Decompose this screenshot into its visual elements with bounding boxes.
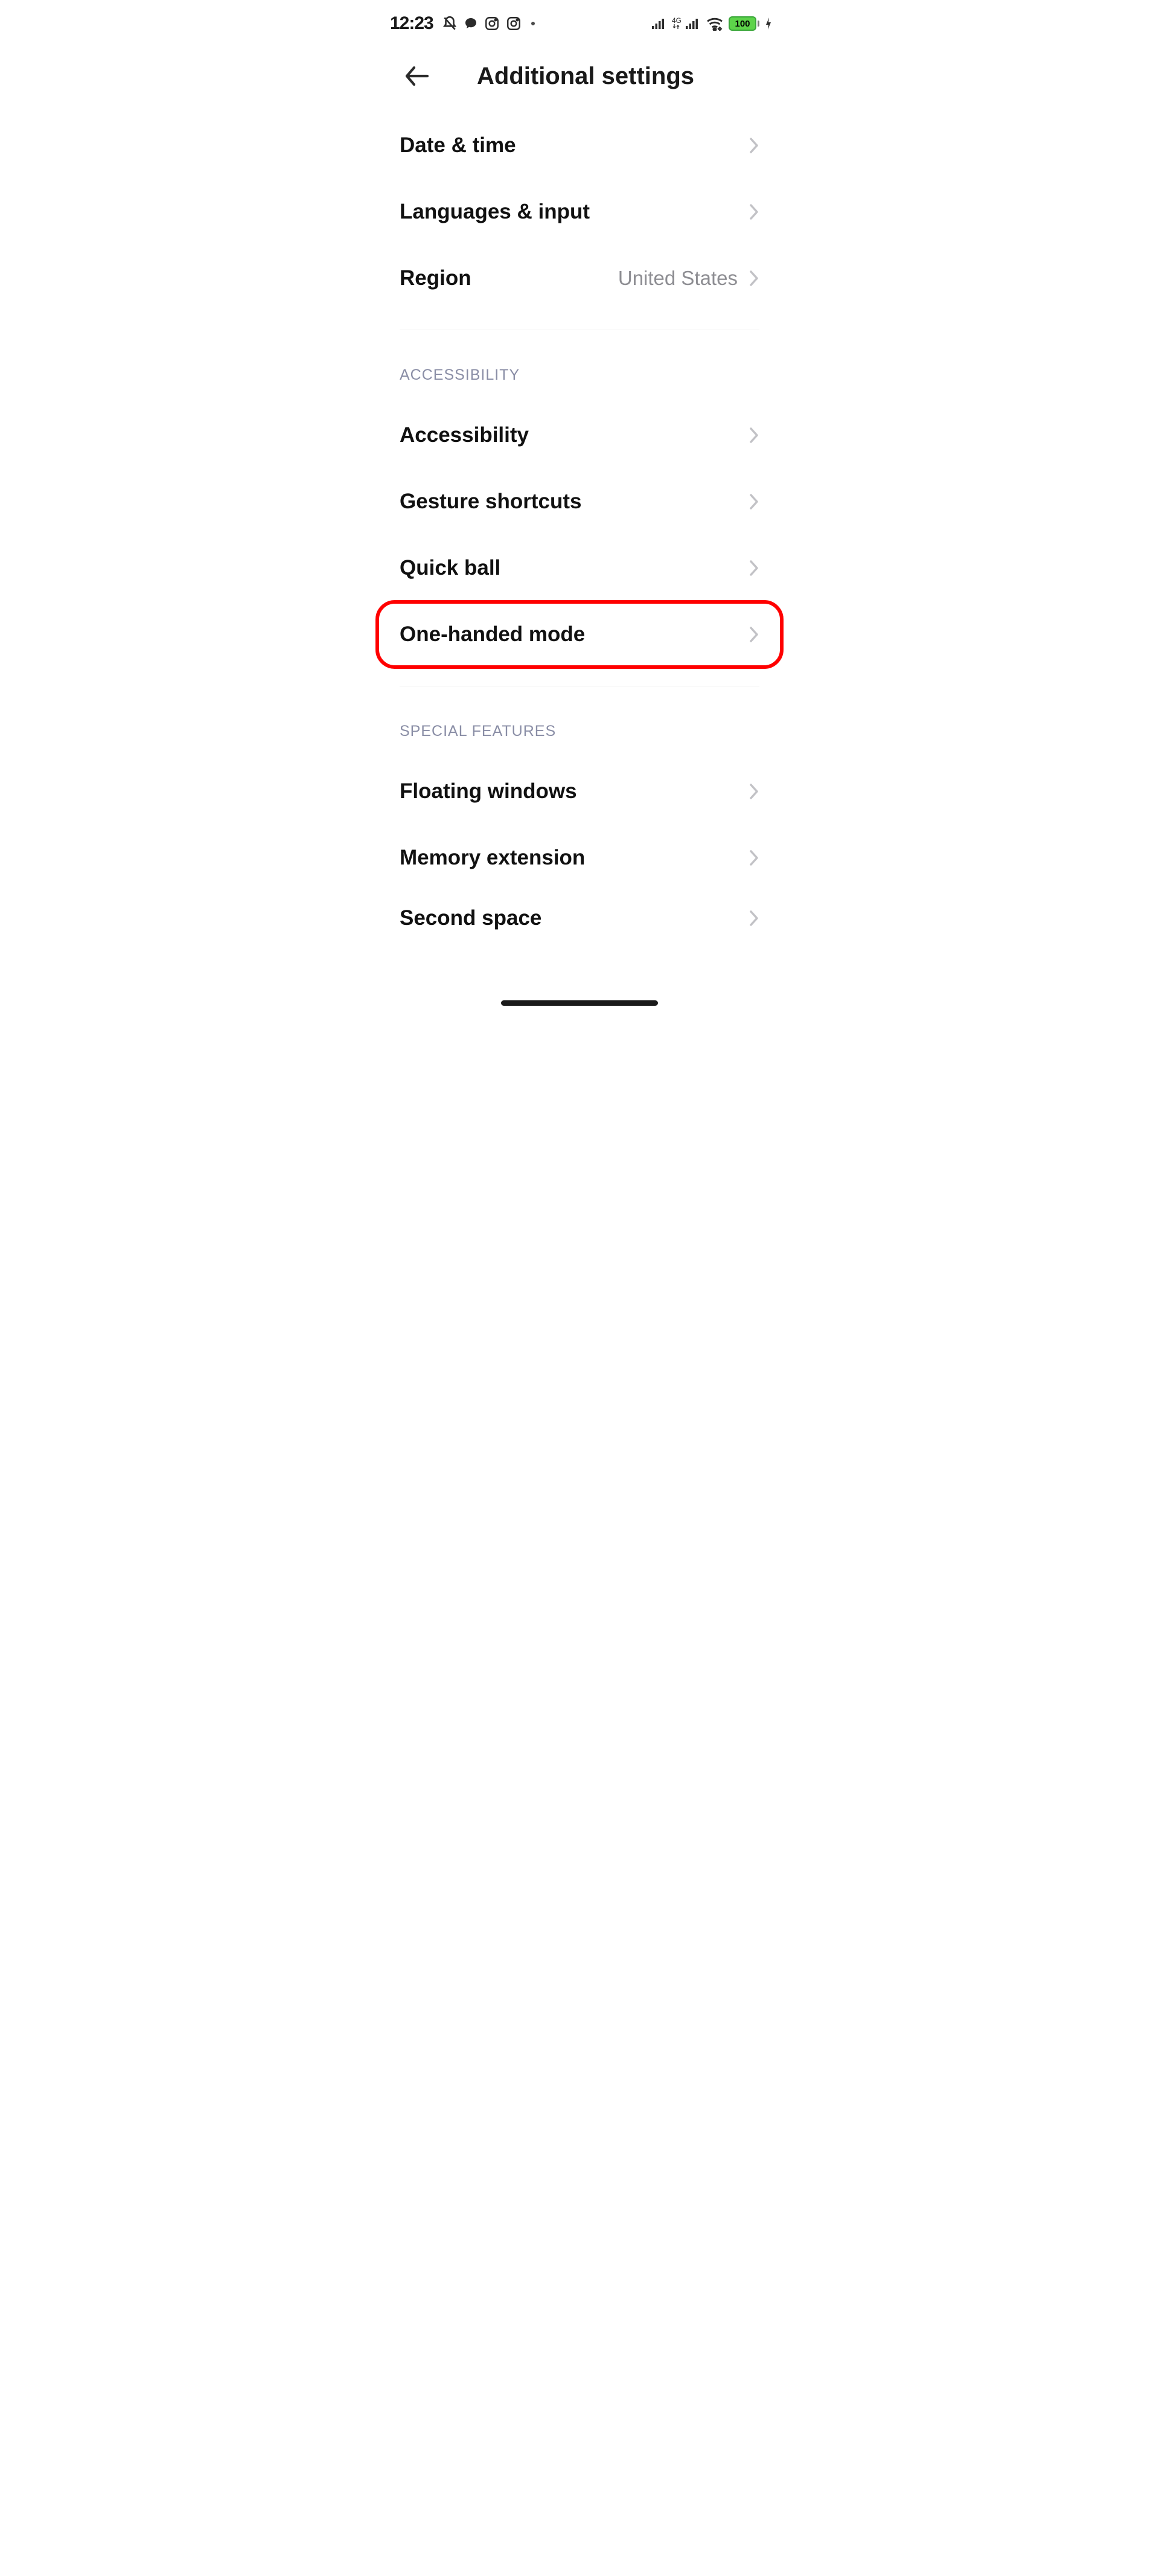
phone-frame: 12:23 (368, 0, 791, 1018)
instagram-icon (484, 16, 500, 31)
row-languages-input[interactable]: Languages & input (400, 179, 759, 245)
settings-list: Date & time Languages & input Region Uni… (368, 112, 791, 945)
row-accessibility[interactable]: Accessibility (400, 402, 759, 468)
row-label: Memory extension (400, 846, 585, 870)
home-indicator[interactable] (501, 1000, 658, 1006)
row-label: One-handed mode (400, 622, 585, 647)
row-label: Floating windows (400, 779, 577, 804)
row-label: Gesture shortcuts (400, 490, 581, 514)
chevron-right-icon (749, 493, 759, 511)
row-value: United States (618, 267, 738, 290)
signal-icon (651, 17, 667, 30)
row-quick-ball[interactable]: Quick ball (400, 535, 759, 601)
chevron-right-icon (749, 203, 759, 221)
do-not-disturb-icon (442, 16, 458, 31)
header: Additional settings (368, 40, 791, 112)
network-type-label: 4G (672, 18, 680, 30)
data-arrows-icon (672, 24, 680, 30)
section-special-features: SPECIAL FEATURES (400, 705, 759, 758)
status-left: 12:23 (390, 13, 535, 34)
chevron-right-icon (749, 782, 759, 801)
more-notifications-dot (531, 22, 535, 25)
row-label: Languages & input (400, 200, 590, 224)
row-label: Region (400, 266, 471, 290)
instagram-icon (506, 16, 522, 31)
row-region[interactable]: Region United States (400, 245, 759, 312)
wifi-icon (706, 16, 724, 31)
chevron-right-icon (749, 559, 759, 577)
battery-level: 100 (729, 16, 756, 31)
battery-icon: 100 (729, 16, 759, 31)
chat-icon (464, 16, 478, 31)
chevron-right-icon (749, 269, 759, 287)
row-label: Date & time (400, 133, 516, 158)
section-accessibility: ACCESSIBILITY (400, 348, 759, 402)
chevron-right-icon (749, 909, 759, 927)
signal-icon (685, 17, 701, 30)
row-label: Second space (400, 906, 541, 930)
row-second-space[interactable]: Second space (400, 891, 759, 945)
status-right: 4G (651, 16, 773, 31)
chevron-right-icon (749, 426, 759, 444)
row-label: Quick ball (400, 556, 500, 580)
highlight-one-handed: One-handed mode (375, 601, 784, 668)
row-gesture-shortcuts[interactable]: Gesture shortcuts (400, 468, 759, 535)
page-title: Additional settings (398, 63, 773, 90)
chevron-right-icon (749, 849, 759, 867)
row-floating-windows[interactable]: Floating windows (400, 758, 759, 825)
row-date-time[interactable]: Date & time (400, 112, 759, 179)
chevron-right-icon (749, 136, 759, 155)
status-time: 12:23 (390, 13, 433, 34)
chevron-right-icon (749, 625, 759, 644)
charging-icon (764, 16, 773, 31)
row-one-handed-mode[interactable]: One-handed mode (400, 601, 759, 668)
status-bar: 12:23 (368, 0, 791, 40)
row-memory-extension[interactable]: Memory extension (400, 825, 759, 891)
row-label: Accessibility (400, 423, 529, 447)
